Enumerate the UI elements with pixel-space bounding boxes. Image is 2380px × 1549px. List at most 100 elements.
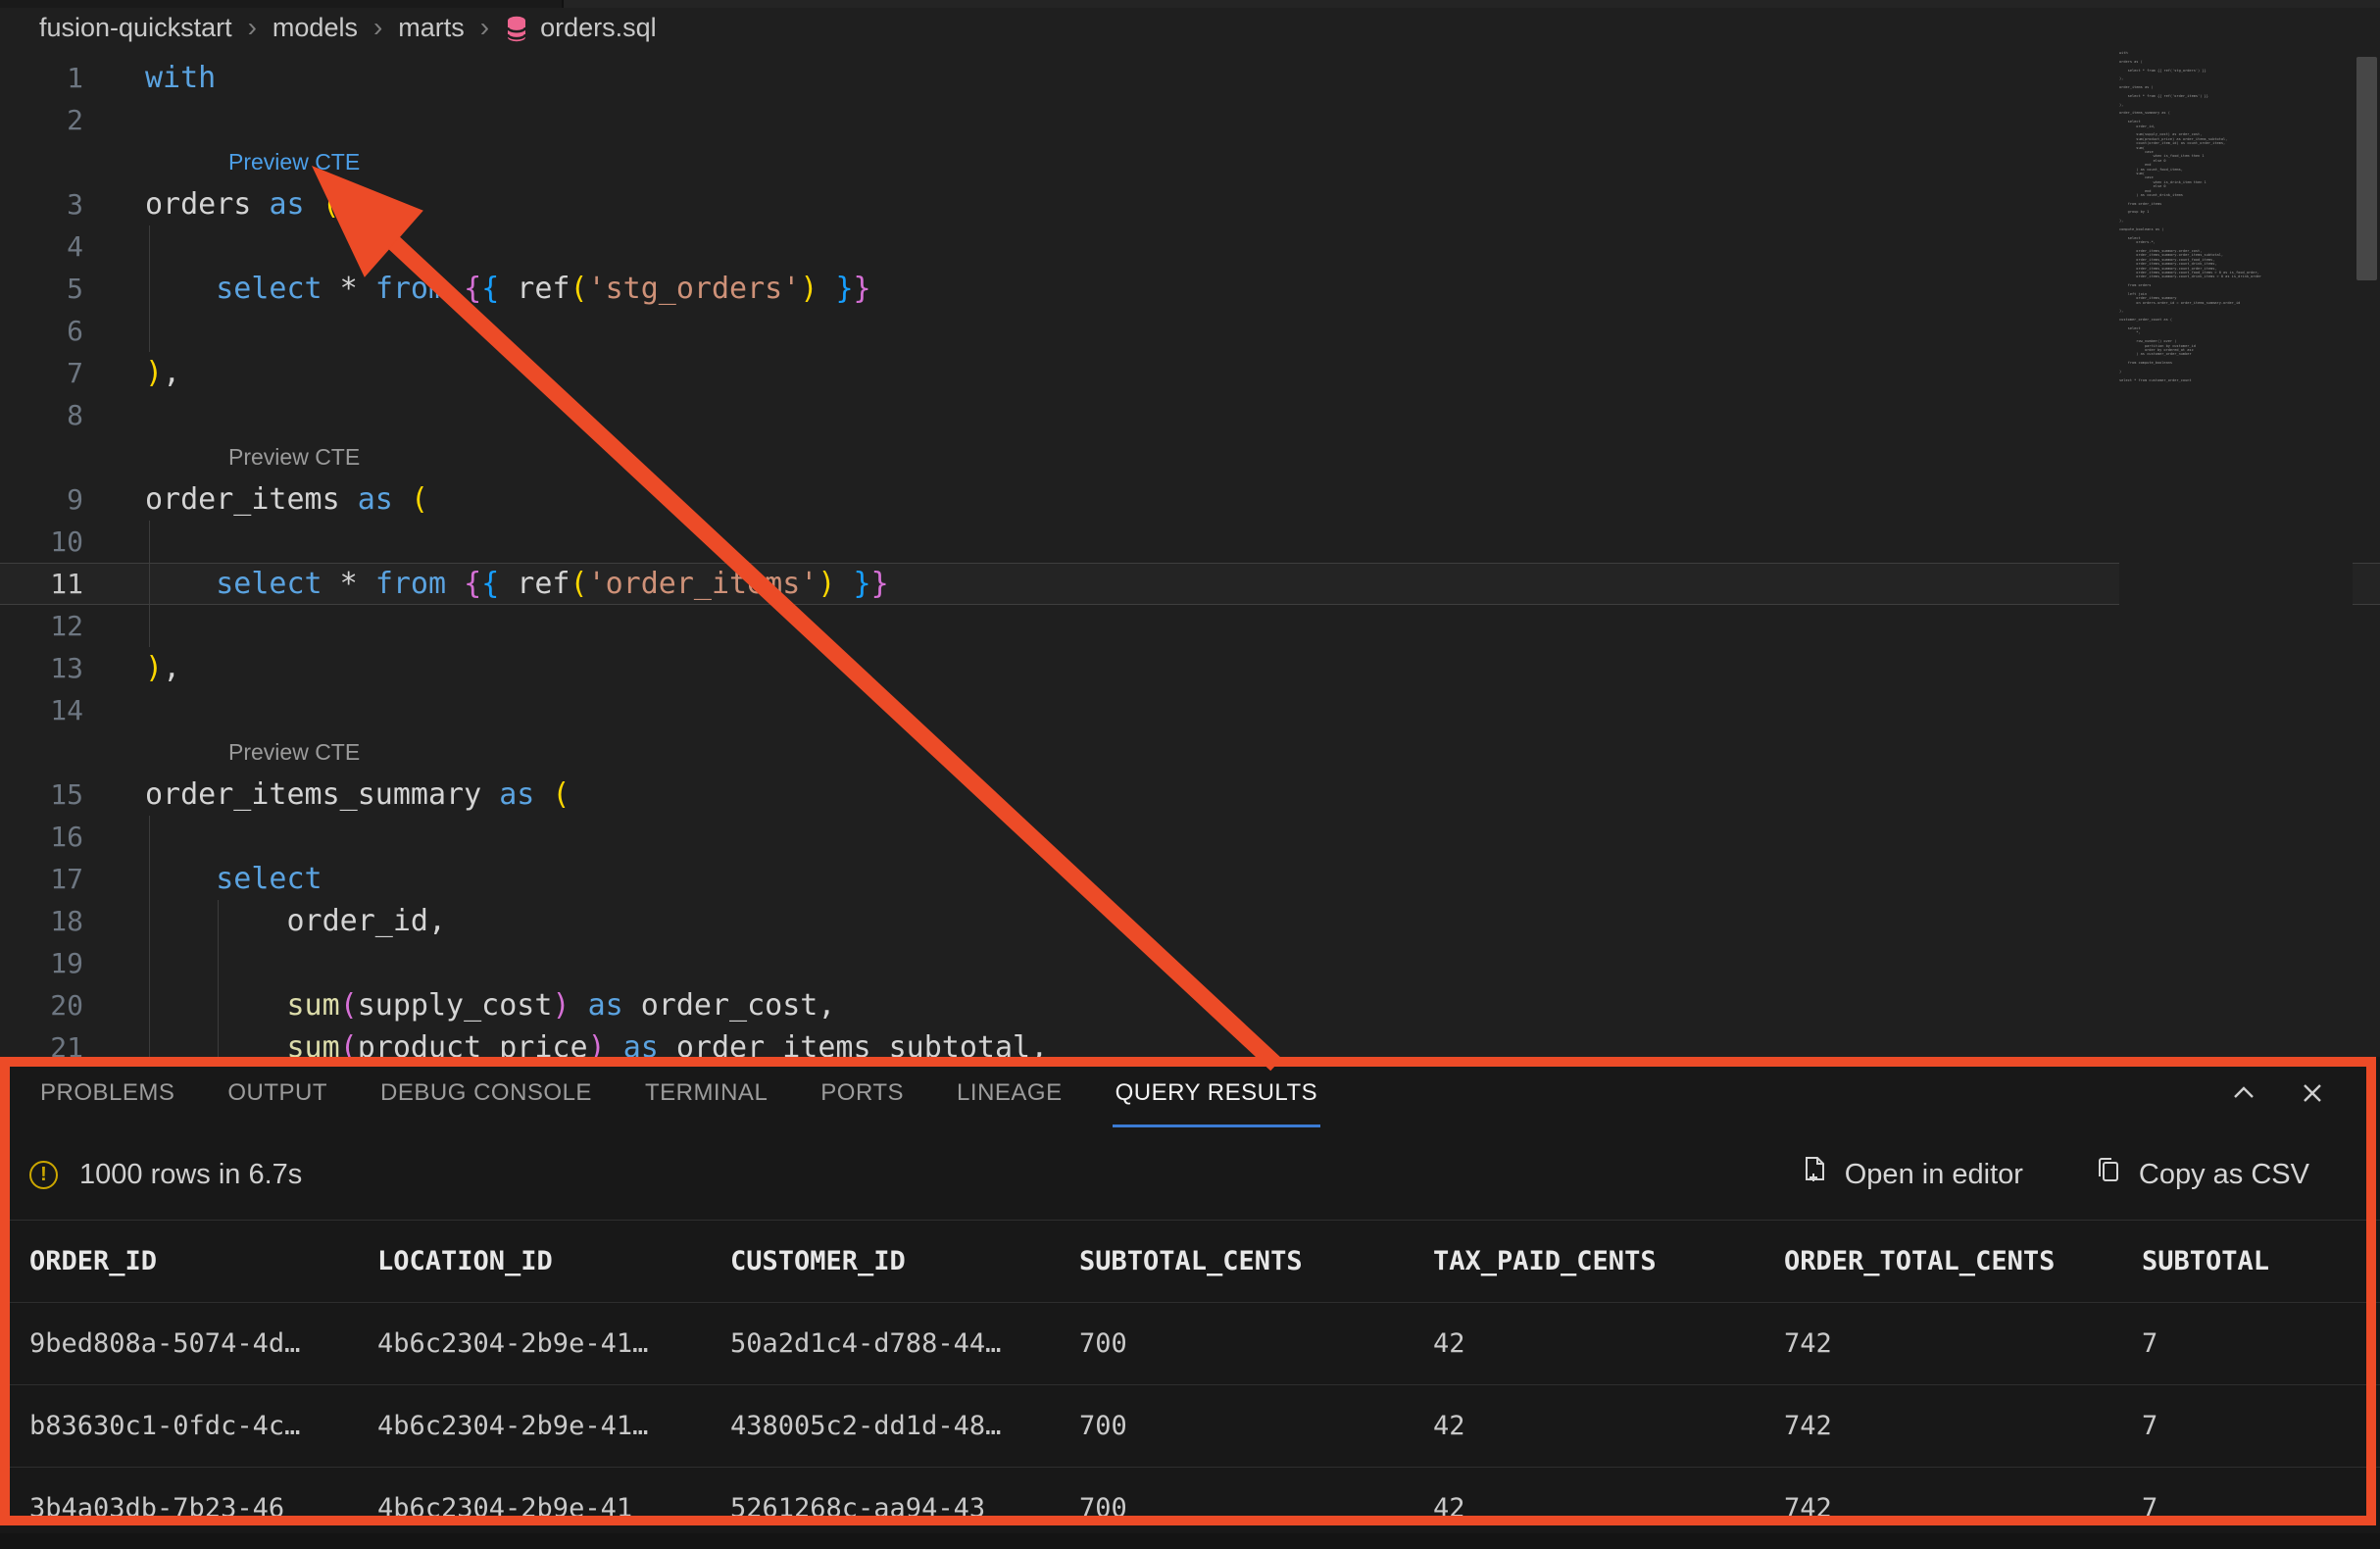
table-cell: 438005c2-dd1d-48… bbox=[730, 1411, 1079, 1441]
panel-tab-terminal[interactable]: TERMINAL bbox=[619, 1057, 794, 1129]
code-line[interactable]: 18 order_id, bbox=[0, 900, 2380, 942]
code-line[interactable]: 17 select bbox=[0, 858, 2380, 900]
table-cell: 4b6c2304-2b9e-41 bbox=[377, 1493, 730, 1524]
code-line[interactable]: 12 bbox=[0, 605, 2380, 647]
code-text: ), bbox=[83, 352, 180, 394]
panel-window-controls bbox=[2227, 1057, 2329, 1129]
indent-guide bbox=[149, 984, 150, 1026]
panel-tab-problems[interactable]: PROBLEMS bbox=[14, 1057, 201, 1129]
query-status-text: 1000 rows in 6.7s bbox=[79, 1159, 302, 1191]
code-line[interactable]: 13), bbox=[0, 647, 2380, 689]
indent-guide bbox=[149, 858, 150, 900]
breadcrumb-item[interactable]: fusion-quickstart bbox=[39, 13, 232, 43]
results-toolbar: ! 1000 rows in 6.7s Open in editor bbox=[0, 1129, 2380, 1220]
panel-tab-query-results[interactable]: QUERY RESULTS bbox=[1089, 1057, 1345, 1129]
panel-tab-bar: PROBLEMSOUTPUTDEBUG CONSOLETERMINALPORTS… bbox=[0, 1057, 2380, 1129]
table-cell: 742 bbox=[1784, 1493, 2142, 1524]
code-area[interactable]: 1with2Preview CTE3orders as (45 select *… bbox=[0, 47, 2380, 1057]
column-header: CUSTOMER_ID bbox=[730, 1246, 1079, 1276]
open-in-editor-button[interactable]: Open in editor bbox=[1800, 1155, 2023, 1194]
indent-guide bbox=[218, 984, 219, 1026]
file-plus-icon bbox=[1800, 1155, 1829, 1194]
warning-icon: ! bbox=[29, 1161, 58, 1189]
column-header: LOCATION_ID bbox=[377, 1246, 730, 1276]
editor-tabstrip-edge bbox=[0, 0, 2380, 8]
indent-guide bbox=[218, 900, 219, 942]
close-icon[interactable] bbox=[2296, 1076, 2329, 1110]
column-header: SUBTOTAL_CENTS bbox=[1079, 1246, 1433, 1276]
editor-scrollbar[interactable] bbox=[2353, 0, 2380, 1057]
table-cell: b83630c1-0fdc-4c… bbox=[29, 1411, 377, 1441]
results-actions: Open in editor Copy as CSV bbox=[1800, 1155, 2309, 1194]
preview-cte-codelens[interactable]: Preview CTE bbox=[228, 436, 360, 478]
code-text: sum(supply_cost) as order_cost, bbox=[83, 984, 835, 1026]
table-cell: 42 bbox=[1433, 1411, 1784, 1441]
code-line[interactable]: 11 select * from {{ ref('order_items') }… bbox=[0, 563, 2380, 605]
code-line[interactable]: 4 bbox=[0, 225, 2380, 268]
code-text: select * from {{ ref('stg_orders') }} bbox=[83, 268, 871, 310]
indent-guide bbox=[149, 605, 150, 647]
code-line[interactable]: 20 sum(supply_cost) as order_cost, bbox=[0, 984, 2380, 1026]
line-number: 18 bbox=[0, 900, 83, 942]
code-line[interactable]: 9order_items as ( bbox=[0, 478, 2380, 521]
code-line[interactable]: 21 sum(product_price) as order_items_sub… bbox=[0, 1026, 2380, 1057]
code-line[interactable]: 1with bbox=[0, 57, 2380, 99]
code-text: order_id, bbox=[83, 900, 446, 942]
line-number: 21 bbox=[0, 1026, 83, 1057]
code-line[interactable]: 2 bbox=[0, 99, 2380, 141]
indent-guide bbox=[149, 268, 150, 310]
line-number: 7 bbox=[0, 352, 83, 394]
code-line[interactable]: 16 bbox=[0, 816, 2380, 858]
scrollbar-thumb[interactable] bbox=[2356, 57, 2377, 280]
line-number: 13 bbox=[0, 647, 83, 689]
code-line[interactable]: 6 bbox=[0, 310, 2380, 352]
codelens-row[interactable]: Preview CTE bbox=[0, 436, 2380, 478]
column-header: TAX_PAID_CENTS bbox=[1433, 1246, 1784, 1276]
code-text: order_items as ( bbox=[83, 478, 428, 521]
copy-as-csv-button[interactable]: Copy as CSV bbox=[2094, 1155, 2309, 1194]
breadcrumb: fusion-quickstart›models›marts› orders.s… bbox=[0, 8, 2380, 47]
code-line[interactable]: 7), bbox=[0, 352, 2380, 394]
code-text: sum(product_price) as order_items_subtot… bbox=[83, 1026, 1048, 1057]
breadcrumb-file[interactable]: orders.sql bbox=[540, 13, 657, 43]
table-cell: 700 bbox=[1079, 1411, 1433, 1441]
panel-tab-lineage[interactable]: LINEAGE bbox=[930, 1057, 1089, 1129]
line-number: 9 bbox=[0, 478, 83, 521]
code-line[interactable]: 3orders as ( bbox=[0, 183, 2380, 225]
code-line[interactable]: 5 select * from {{ ref('stg_orders') }} bbox=[0, 268, 2380, 310]
codelens-row[interactable]: Preview CTE bbox=[0, 141, 2380, 183]
preview-cte-codelens[interactable]: Preview CTE bbox=[228, 731, 360, 774]
preview-cte-codelens[interactable]: Preview CTE bbox=[228, 141, 360, 183]
table-row[interactable]: 9bed808a-5074-4d…4b6c2304-2b9e-41…50a2d1… bbox=[0, 1302, 2380, 1384]
code-line[interactable]: 19 bbox=[0, 942, 2380, 984]
panel-tab-debug-console[interactable]: DEBUG CONSOLE bbox=[354, 1057, 619, 1129]
minimap[interactable]: withorders as ( select * from {{ ref('st… bbox=[2119, 51, 2353, 1012]
code-line[interactable]: 8 bbox=[0, 394, 2380, 436]
table-cell: 7 bbox=[2142, 1328, 2380, 1359]
table-row[interactable]: b83630c1-0fdc-4c…4b6c2304-2b9e-41…438005… bbox=[0, 1384, 2380, 1467]
code-text: with bbox=[83, 57, 216, 99]
line-number: 20 bbox=[0, 984, 83, 1026]
chevron-up-icon[interactable] bbox=[2227, 1076, 2260, 1110]
indent-guide bbox=[149, 900, 150, 942]
active-tab-edge bbox=[0, 0, 564, 8]
code-line[interactable]: 15order_items_summary as ( bbox=[0, 774, 2380, 816]
indent-guide bbox=[149, 521, 150, 563]
column-header: ORDER_ID bbox=[29, 1246, 377, 1276]
table-cell: 4b6c2304-2b9e-41… bbox=[377, 1411, 730, 1441]
line-number: 16 bbox=[0, 816, 83, 858]
table-row[interactable]: 3b4a03db-7b23-464b6c2304-2b9e-415261268c… bbox=[0, 1467, 2380, 1549]
bottom-panel: PROBLEMSOUTPUTDEBUG CONSOLETERMINALPORTS… bbox=[0, 1057, 2380, 1533]
table-header-row: ORDER_IDLOCATION_IDCUSTOMER_IDSUBTOTAL_C… bbox=[0, 1220, 2380, 1302]
open-in-editor-label: Open in editor bbox=[1845, 1159, 2023, 1191]
code-line[interactable]: 14 bbox=[0, 689, 2380, 731]
panel-tab-ports[interactable]: PORTS bbox=[794, 1057, 930, 1129]
code-text: ), bbox=[83, 647, 180, 689]
panel-tab-output[interactable]: OUTPUT bbox=[201, 1057, 354, 1129]
code-line[interactable]: 10 bbox=[0, 521, 2380, 563]
codelens-row[interactable]: Preview CTE bbox=[0, 731, 2380, 774]
table-cell: 742 bbox=[1784, 1411, 2142, 1441]
breadcrumb-item[interactable]: marts bbox=[398, 13, 465, 43]
table-cell: 742 bbox=[1784, 1328, 2142, 1359]
breadcrumb-item[interactable]: models bbox=[273, 13, 358, 43]
